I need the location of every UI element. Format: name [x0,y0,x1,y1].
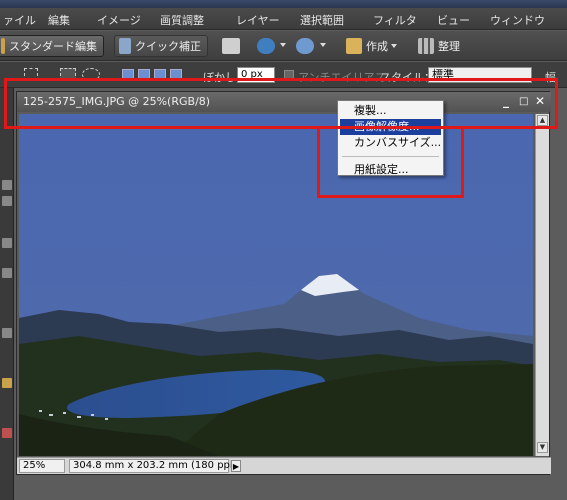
document-info: 304.8 mm x 203.2 mm (180 ppi) [69,459,237,473]
quick-fix-label: クイック補正 [135,40,201,53]
create-icon [346,38,362,54]
zoom-tool-icon[interactable] [2,196,12,206]
eraser-tool-icon[interactable] [2,428,12,438]
lasso-tool-icon[interactable] [2,328,12,338]
app-title-bar [0,0,567,8]
vertical-scrollbar[interactable]: ▲ ▼ [535,114,549,456]
edit-icon [1,38,5,54]
menu-edit[interactable]: 編集 [48,12,70,28]
menu-file[interactable]: ァイル [3,12,36,28]
menu-enhance[interactable]: 画質調整 [160,12,204,28]
create-label: 作成 [366,40,388,53]
organize-grid-icon [418,38,434,54]
menu-image[interactable]: イメージ [97,12,141,28]
share-web-icon[interactable] [257,38,275,54]
menu-filter[interactable]: フィルタ [373,12,417,28]
menu-view[interactable]: ビュー [437,12,470,28]
zoom-level-field[interactable]: 25% [19,459,65,473]
menu-bar: ァイル 編集 イメージ 画質調整 レイヤー 選択範囲 フィルタ ビュー ウィンド… [0,8,567,30]
highlight-annotation-title [4,78,558,129]
document-status-bar: 25% 304.8 mm x 203.2 mm (180 ppi) ▶ [17,457,551,474]
standard-edit-button[interactable]: スタンダード編集 [0,35,104,57]
mail-dropdown-icon[interactable] [320,43,326,47]
organize-button[interactable]: 整理 [414,35,474,57]
menu-window[interactable]: ウィンドウ [490,12,545,28]
create-dropdown-icon [391,44,397,48]
mode-toolbar: スタンダード編集 クイック補正 作成 整理 [0,31,567,61]
scroll-down-icon[interactable]: ▼ [537,442,548,453]
document-window: 125-2575_IMG.JPG @ 25%(RGB/8) _ □ ✕ ▲ ▼ … [16,91,551,475]
menu-layer[interactable]: レイヤー [236,12,280,28]
organize-label: 整理 [438,40,460,53]
brush-tool-icon[interactable] [2,378,12,388]
menu-select[interactable]: 選択範囲 [300,12,344,28]
eyedropper-tool-icon[interactable] [2,268,12,278]
printer-icon[interactable] [222,38,240,54]
highlight-annotation-menu [317,126,464,198]
hand-tool-icon[interactable] [2,238,12,248]
move-tool-icon[interactable] [2,180,12,190]
create-button[interactable]: 作成 [342,35,406,57]
status-menu-arrow-icon[interactable]: ▶ [231,460,241,472]
quick-fix-button[interactable]: クイック補正 [114,35,208,57]
mail-globe-icon[interactable] [296,38,314,54]
standard-edit-label: スタンダード編集 [9,40,97,53]
share-dropdown-icon[interactable] [280,43,286,47]
toolbox [0,88,14,500]
quick-fix-icon [119,38,131,54]
